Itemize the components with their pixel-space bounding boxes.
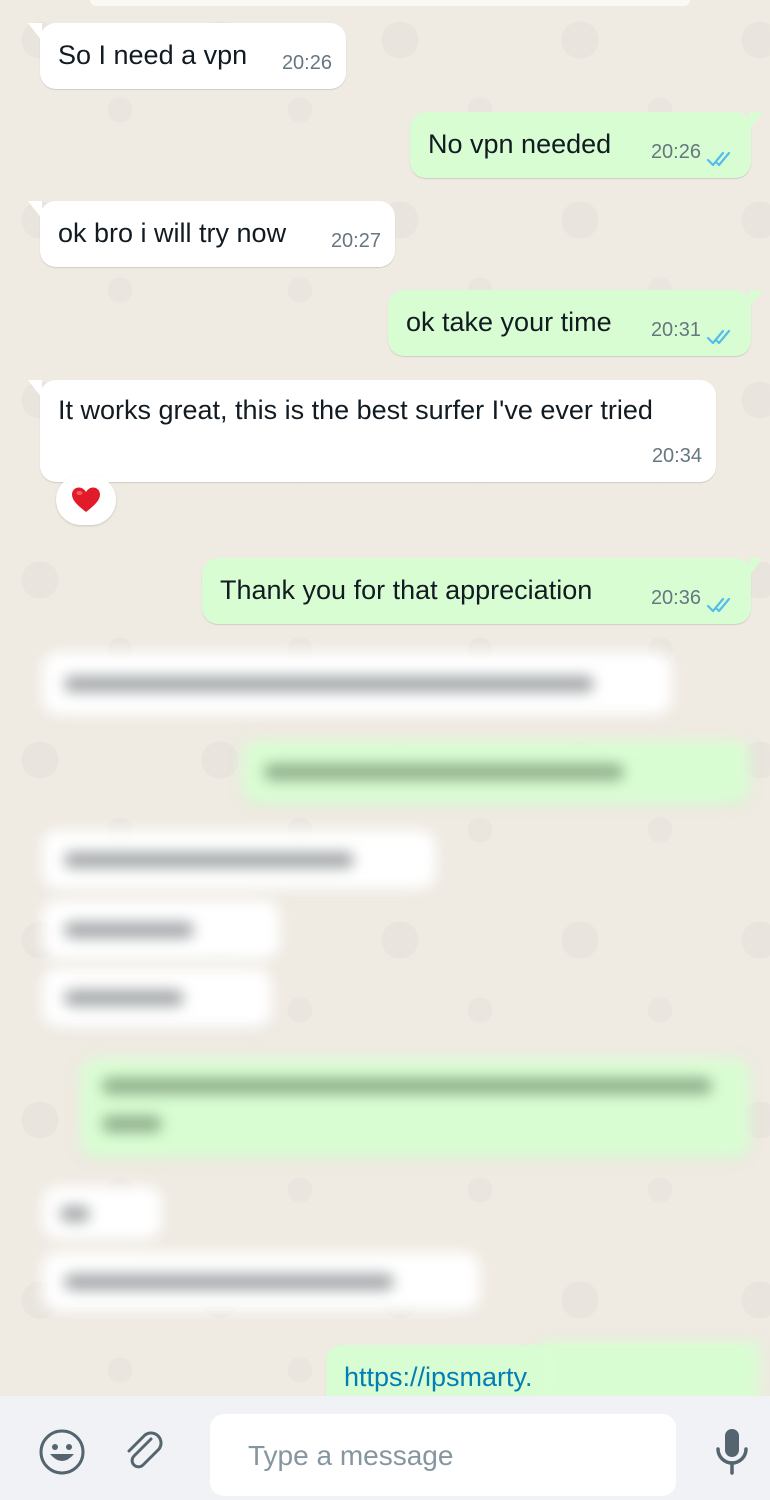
previous-message-edge: [90, 0, 690, 6]
message-text: It works great, this is the best surfer …: [58, 395, 653, 425]
chat-area[interactable]: So I need a vpn 20:26 No vpn needed 20:2…: [0, 0, 770, 1396]
message-text: No vpn needed: [428, 129, 612, 159]
message-text: Thank you for that appreciation: [220, 575, 593, 605]
blurred-message: [42, 900, 280, 960]
blurred-message: [42, 1252, 480, 1312]
message-time: 20:27: [330, 230, 381, 252]
message-text: So I need a vpn: [58, 40, 248, 70]
link-blur-overlay: [540, 1342, 760, 1396]
message-time: 20:34: [651, 445, 702, 467]
attach-button[interactable]: [118, 1426, 170, 1478]
message-outgoing[interactable]: ok take your time 20:31: [388, 290, 763, 356]
blurred-message: [242, 740, 750, 804]
message-input[interactable]: [246, 1436, 650, 1476]
message-time: 20:26: [650, 141, 701, 163]
read-double-check-icon: [706, 329, 731, 345]
emoji-icon: [39, 1429, 85, 1475]
message-composer: [0, 1396, 770, 1500]
message-text: ok take your time: [406, 307, 612, 337]
message-incoming[interactable]: So I need a vpn 20:26: [28, 23, 346, 89]
read-double-check-icon: [706, 597, 731, 613]
message-outgoing[interactable]: Thank you for that appreciation 20:36: [202, 558, 763, 624]
paperclip-icon: [127, 1431, 163, 1469]
heart-emoji-icon: [72, 487, 100, 512]
message-time: 20:26: [281, 52, 332, 74]
read-double-check-icon: [706, 151, 731, 167]
voice-message-button[interactable]: [706, 1426, 758, 1478]
message-time: 20:36: [650, 587, 701, 609]
microphone-icon: [716, 1429, 748, 1475]
message-time: 20:31: [650, 319, 701, 341]
message-link[interactable]: https://ipsmarty.: [344, 1358, 533, 1396]
message-reaction[interactable]: [56, 475, 116, 525]
message-input-box[interactable]: [210, 1414, 676, 1496]
blurred-message: [42, 1186, 162, 1240]
blurred-message: [80, 1058, 750, 1158]
message-outgoing[interactable]: No vpn needed 20:26: [410, 112, 763, 178]
message-incoming[interactable]: ok bro i will try now 20:27: [28, 201, 395, 267]
blurred-message: [42, 830, 436, 890]
blurred-message: [42, 968, 272, 1028]
blurred-message: [42, 652, 672, 716]
emoji-button[interactable]: [36, 1426, 88, 1478]
message-incoming[interactable]: It works great, this is the best surfer …: [28, 380, 716, 482]
message-text: ok bro i will try now: [58, 218, 287, 248]
